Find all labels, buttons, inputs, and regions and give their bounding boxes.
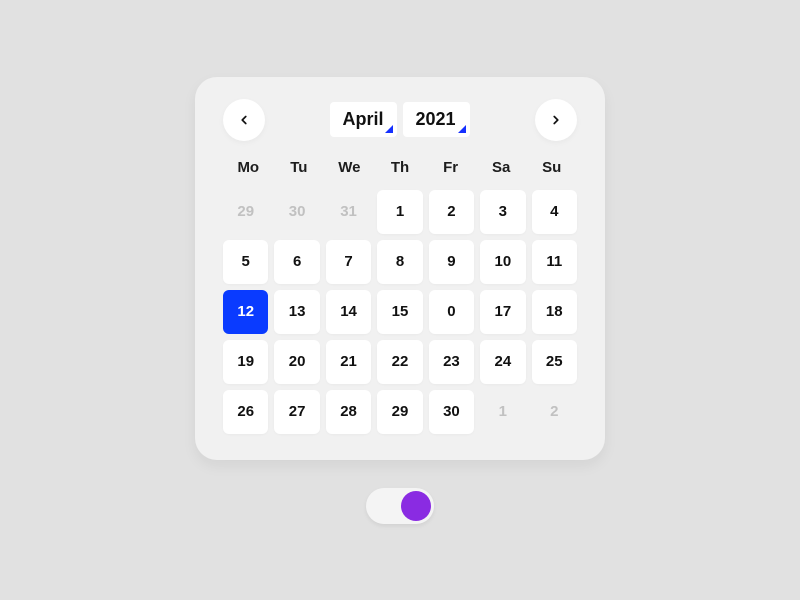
day-cell[interactable]: 23 (429, 340, 474, 384)
day-cell[interactable]: 26 (223, 390, 268, 434)
weekday-header: Mo Tu We Th Fr Sa Su (223, 159, 577, 176)
weekday-label: We (324, 159, 375, 176)
day-cell[interactable]: 9 (429, 240, 474, 284)
day-cell[interactable]: 22 (377, 340, 422, 384)
weekday-label: Tu (274, 159, 325, 176)
day-cell[interactable]: 3 (480, 190, 525, 234)
toggle-knob (401, 491, 431, 521)
dropdown-corner-icon (385, 125, 393, 133)
day-cell[interactable]: 6 (274, 240, 319, 284)
weekday-label: Mo (223, 159, 274, 176)
day-cell[interactable]: 2 (429, 190, 474, 234)
day-cell[interactable]: 31 (326, 190, 371, 234)
day-cell[interactable]: 18 (532, 290, 577, 334)
day-cell[interactable]: 7 (326, 240, 371, 284)
day-cell[interactable]: 15 (377, 290, 422, 334)
day-cell[interactable]: 11 (532, 240, 577, 284)
theme-toggle[interactable] (366, 488, 434, 524)
day-cell[interactable]: 29 (223, 190, 268, 234)
weekday-label: Th (375, 159, 426, 176)
next-month-button[interactable] (535, 99, 577, 141)
day-cell[interactable]: 19 (223, 340, 268, 384)
day-cell[interactable]: 30 (274, 190, 319, 234)
day-cell[interactable]: 20 (274, 340, 319, 384)
day-cell[interactable]: 25 (532, 340, 577, 384)
day-cell[interactable]: 4 (532, 190, 577, 234)
calendar-card: April 2021 Mo Tu We Th Fr Sa Su 29303112… (195, 77, 605, 460)
day-cell[interactable]: 28 (326, 390, 371, 434)
day-cell[interactable]: 14 (326, 290, 371, 334)
weekday-label: Sa (476, 159, 527, 176)
weekday-label: Su (526, 159, 577, 176)
year-label: 2021 (415, 109, 455, 130)
day-cell[interactable]: 17 (480, 290, 525, 334)
month-label: April (342, 109, 383, 130)
day-cell[interactable]: 12 (223, 290, 268, 334)
day-cell[interactable]: 30 (429, 390, 474, 434)
day-cell[interactable]: 10 (480, 240, 525, 284)
calendar-header: April 2021 (223, 99, 577, 141)
day-cell[interactable]: 5 (223, 240, 268, 284)
chevron-left-icon (237, 113, 251, 127)
day-cell[interactable]: 24 (480, 340, 525, 384)
day-cell[interactable]: 2 (532, 390, 577, 434)
day-cell[interactable]: 27 (274, 390, 319, 434)
day-cell[interactable]: 1 (480, 390, 525, 434)
weekday-label: Fr (425, 159, 476, 176)
day-cell[interactable]: 21 (326, 340, 371, 384)
prev-month-button[interactable] (223, 99, 265, 141)
day-cell[interactable]: 13 (274, 290, 319, 334)
chevron-right-icon (549, 113, 563, 127)
day-cell[interactable]: 8 (377, 240, 422, 284)
year-select[interactable]: 2021 (403, 102, 469, 137)
month-year-group: April 2021 (330, 102, 469, 137)
day-cell[interactable]: 29 (377, 390, 422, 434)
day-grid: 2930311234567891011121314150171819202122… (223, 190, 577, 434)
day-cell[interactable]: 0 (429, 290, 474, 334)
dropdown-corner-icon (458, 125, 466, 133)
month-select[interactable]: April (330, 102, 397, 137)
day-cell[interactable]: 1 (377, 190, 422, 234)
